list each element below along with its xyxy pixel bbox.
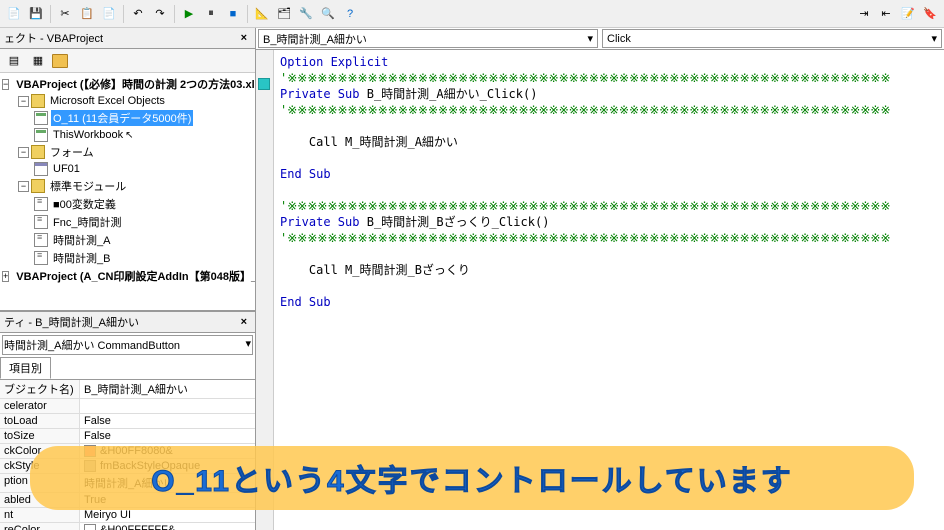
tool-project[interactable]: 🗂 [274, 4, 294, 24]
cursor-icon: ↖ [125, 130, 133, 141]
props-object-dropdown[interactable]: 時間計測_A細かい CommandButton ▾ [2, 335, 253, 355]
tree-toggle-icon[interactable]: − [18, 96, 29, 107]
tool-run[interactable]: ▶ [179, 4, 199, 24]
tree-module-fnc[interactable]: Fnc_時間計測 [2, 213, 253, 231]
module-icon [34, 215, 48, 229]
prop-value[interactable]: Meiryo UI [80, 508, 255, 522]
tree-toggle-icon[interactable]: − [2, 79, 9, 90]
tool-break[interactable]: ⏸ [201, 4, 221, 24]
tree-folder-forms[interactable]: − フォーム [2, 143, 253, 161]
tool-props[interactable]: 🔧 [296, 4, 316, 24]
tree-toggle-icon[interactable]: − [18, 181, 29, 192]
prop-value[interactable]: B_時間計測_A細かい [80, 380, 255, 398]
prop-row[interactable]: ntMeiryo UI [0, 508, 255, 523]
props-panel-title: ティ - B_時間計測_A細かい [4, 314, 139, 330]
tree-form-uf01[interactable]: UF01 [2, 161, 253, 177]
tool-cut[interactable]: ✂ [55, 4, 75, 24]
folder-icon [31, 94, 45, 108]
tree-module-a[interactable]: 時間計測_A [2, 231, 253, 249]
folder-icon [31, 179, 45, 193]
prop-name: ブジェクト名) [0, 380, 80, 398]
tool-outdent[interactable]: ⇤ [876, 4, 896, 24]
project-panel-close[interactable]: × [237, 32, 251, 44]
prop-name: nt [0, 508, 80, 522]
tool-indent[interactable]: ⇥ [854, 4, 874, 24]
tree-module-1[interactable]: ■00変数定義 [2, 195, 253, 213]
props-tab-alpha[interactable]: 項目別 [0, 357, 51, 379]
tool-paste[interactable]: 📄 [99, 4, 119, 24]
project-toolbar: ▤ ▦ [0, 49, 255, 73]
tree-thisworkbook[interactable]: ThisWorkbook ↖ [2, 127, 253, 143]
folder-icon[interactable] [52, 54, 68, 68]
project-tree: − VBAProject (【必修】時間の計測 2つの方法03.xlsm − M… [0, 73, 255, 310]
sheet-icon [34, 111, 48, 125]
view-code-icon[interactable]: ▤ [4, 51, 24, 71]
prop-name: reColor [0, 523, 80, 530]
main-toolbar: 📄 💾 ✂ 📋 📄 ↶ ↷ ▶ ⏸ ■ 📐 🗂 🔧 🔍 ? ⇥ ⇤ 📝 🔖 [0, 0, 944, 28]
chevron-down-icon: ▾ [587, 32, 593, 45]
prop-value[interactable]: False [80, 429, 255, 443]
tool-bookmark[interactable]: 🔖 [920, 4, 940, 24]
tool-save[interactable]: 💾 [26, 4, 46, 24]
prop-name: toLoad [0, 414, 80, 428]
chevron-down-icon: ▾ [245, 337, 251, 350]
tree-folder-modules[interactable]: − 標準モジュール [2, 177, 253, 195]
tool-reset[interactable]: ■ [223, 4, 243, 24]
tree-toggle-icon[interactable]: − [18, 147, 29, 158]
module-icon [34, 197, 48, 211]
prop-value[interactable] [80, 399, 255, 413]
tool-browser[interactable]: 🔍 [318, 4, 338, 24]
props-panel-header: ティ - B_時間計測_A細かい × [0, 312, 255, 333]
tree-sheet-selected[interactable]: O_11 (11会員データ5000件) [2, 109, 253, 127]
prop-value[interactable]: False [80, 414, 255, 428]
module-icon [34, 251, 48, 265]
code-procedure-dropdown[interactable]: Click ▾ [602, 29, 942, 48]
folder-icon [31, 145, 45, 159]
tool-file[interactable]: 📄 [4, 4, 24, 24]
tool-redo[interactable]: ↷ [150, 4, 170, 24]
chevron-down-icon: ▾ [931, 32, 937, 45]
tree-folder-objects[interactable]: − Microsoft Excel Objects [2, 93, 253, 109]
prop-name: celerator [0, 399, 80, 413]
prop-row[interactable]: ブジェクト名)B_時間計測_A細かい [0, 380, 255, 399]
tool-undo[interactable]: ↶ [128, 4, 148, 24]
tree-toggle-icon[interactable]: + [2, 271, 9, 282]
view-object-icon[interactable]: ▦ [28, 51, 48, 71]
tree-module-b[interactable]: 時間計測_B [2, 249, 253, 267]
prop-row[interactable]: toSizeFalse [0, 429, 255, 444]
tool-help[interactable]: ? [340, 4, 360, 24]
prop-row[interactable]: toLoadFalse [0, 414, 255, 429]
project-panel-title: ェクト - VBAProject [4, 30, 103, 46]
tree-root-1[interactable]: − VBAProject (【必修】時間の計測 2つの方法03.xlsm [2, 75, 253, 93]
code-object-dropdown[interactable]: B_時間計測_A細かい ▾ [258, 29, 598, 48]
prop-row[interactable]: celerator [0, 399, 255, 414]
breakpoint-marker[interactable] [258, 78, 270, 90]
tool-copy[interactable]: 📋 [77, 4, 97, 24]
form-icon [34, 162, 48, 176]
project-panel-header: ェクト - VBAProject × [0, 28, 255, 49]
tool-design[interactable]: 📐 [252, 4, 272, 24]
module-icon [34, 233, 48, 247]
caption-overlay: O_11という4文字でコントロールしています [30, 446, 914, 510]
prop-row[interactable]: reColor&H00FFFFFF& [0, 523, 255, 530]
color-swatch-icon [84, 524, 96, 530]
prop-value[interactable]: &H00FFFFFF& [80, 523, 255, 530]
props-panel-close[interactable]: × [237, 316, 251, 328]
tree-root-2[interactable]: + VBAProject (A_CN印刷設定AddIn【第048版】_UF [2, 267, 253, 285]
workbook-icon [34, 128, 48, 142]
tool-comment[interactable]: 📝 [898, 4, 918, 24]
prop-name: toSize [0, 429, 80, 443]
